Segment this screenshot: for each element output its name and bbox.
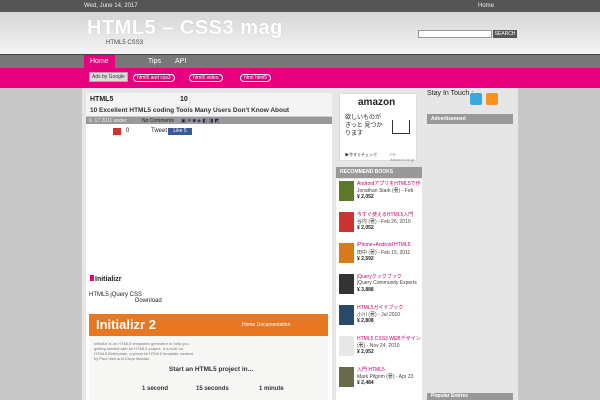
book-author: (著) - Nov 24, 2010	[357, 343, 400, 349]
recommend-sidebar: amazon 欲しいものが きっと 見つかります ▶今すぐチェック PR Ama…	[336, 93, 422, 400]
ad-link-3[interactable]: html html5	[240, 74, 272, 82]
twitter-icon[interactable]	[470, 93, 482, 105]
book-price: ¥ 2,484	[357, 380, 374, 386]
ad-link-1[interactable]: html5 and css3	[133, 74, 175, 82]
search-input[interactable]	[418, 30, 492, 38]
book-author: Mark Pilgrim (著) - Apr 23	[357, 374, 414, 380]
amazon-text: 欲しいものが きっと 見つかります	[345, 115, 383, 137]
current-date: Wed, June 14, 2017	[84, 3, 138, 9]
book-title[interactable]: HTML5 CSS3 WEBデザイン	[357, 335, 421, 342]
rss-icon[interactable]	[486, 93, 498, 105]
section-title: Initializr	[90, 275, 121, 283]
book-author: jQuery Community Experts	[357, 280, 417, 286]
nav-home[interactable]: Home	[84, 55, 115, 69]
book-author: Jonathan Stark (著) - Feb	[357, 188, 414, 194]
book-item[interactable]: HTML5 CSS3 WEBデザイン (著) - Nov 24, 2010 ¥ …	[339, 334, 421, 360]
cart-icon	[392, 120, 410, 134]
tweet-button[interactable]: Tweet	[151, 128, 167, 134]
post-date: 6. 17 2011 under	[89, 118, 127, 124]
book-item[interactable]: jQueryクックブック jQuery Community Experts ¥ …	[339, 272, 421, 298]
book-cover[interactable]	[339, 243, 354, 263]
book-author: 小川 (著) - Jul 2010	[357, 312, 401, 318]
site-header: HTML5 – CSS3 mag HTML5 CSS3 SEARCH	[0, 12, 600, 54]
right-sidebar: Stay In Touch : Advertisement Popular En…	[425, 88, 518, 400]
post-tag-html5: HTML5	[90, 96, 114, 103]
book-price: ¥ 2,808	[357, 318, 374, 324]
book-cover[interactable]	[339, 305, 354, 325]
nav-api[interactable]: API	[175, 58, 186, 65]
book-item[interactable]: HTML5ガイドブック 小川 (著) - Jul 2010 ¥ 2,808	[339, 303, 421, 329]
book-price: ¥ 3,888	[357, 287, 374, 293]
post-meta: 6. 17 2011 under No Comments ▣ ✉ ◙ ◈ ◧ ◨…	[86, 117, 332, 124]
option-1-minute: 1 minute	[259, 386, 284, 392]
search-button[interactable]: SEARCH	[493, 30, 517, 38]
book-cover[interactable]	[339, 367, 354, 387]
book-title[interactable]: HTML5ガイドブック	[357, 304, 421, 311]
initializr-intro: Initializr is an HTML5 templates generat…	[94, 341, 193, 361]
amazon-ad[interactable]: amazon 欲しいものが きっと 見つかります ▶今すぐチェック PR Ama…	[339, 93, 417, 162]
post-area: HTML5 10 10 Excellent HTML5 coding Tools…	[86, 93, 332, 400]
option-15-seconds: 15 seconds	[196, 386, 229, 392]
main-nav: Home Tips API	[0, 54, 600, 69]
initializr-screenshot-body: Initializr is an HTML5 templates generat…	[89, 336, 328, 400]
top-home-link[interactable]: Home	[478, 3, 494, 9]
book-author: 田中 (著) - Feb 15, 2011	[357, 250, 411, 256]
book-item[interactable]: 入門 HTML5 Mark Pilgrim (著) - Apr 23 ¥ 2,4…	[339, 365, 421, 391]
nav-tips[interactable]: Tips	[148, 58, 161, 65]
gplus-icon[interactable]	[113, 128, 121, 135]
ad-link-bar: Ads by Google html5 and css3 html5 video…	[0, 68, 600, 88]
book-item[interactable]: 今すぐ使えるHTML5入門 谷内 (著) - Feb 26, 2010 ¥ 2,…	[339, 210, 421, 236]
initializr-title: Initializr 2	[96, 317, 156, 332]
initializr-nav: Home Documentation	[242, 322, 291, 328]
top-bar: Wed, June 14, 2017 Home	[0, 0, 600, 12]
amazon-check-link[interactable]: ▶今すぐチェック	[345, 152, 377, 158]
book-item[interactable]: iPhone+Android HTML5 田中 (著) - Feb 15, 20…	[339, 241, 421, 267]
amazon-note: PR Amazon.co.jp	[390, 152, 415, 162]
section-line-2: Download	[135, 298, 162, 304]
option-1-second: 1 second	[142, 386, 169, 392]
book-price: ¥ 2,052	[357, 349, 374, 355]
book-cover[interactable]	[339, 274, 354, 294]
initializr-options: 1 second 15 seconds 1 minute	[89, 386, 328, 396]
section-text: HTML5 jQuery CSS Download	[89, 292, 162, 304]
advertisement-title: Advertisement	[427, 114, 513, 124]
book-author: 谷内 (著) - Feb 26, 2010	[357, 219, 411, 225]
book-price: ¥ 2,052	[357, 225, 374, 231]
book-title[interactable]: iPhone+Android HTML5	[357, 242, 421, 248]
book-cover[interactable]	[339, 181, 354, 201]
book-title[interactable]: 入門 HTML5	[357, 366, 421, 373]
book-title[interactable]: 今すぐ使えるHTML5入門	[357, 211, 421, 218]
popular-entries-title: Popular Entries	[427, 393, 513, 400]
book-price: ¥ 2,592	[357, 256, 374, 262]
book-cover[interactable]	[339, 212, 354, 232]
initializr-start: Start an HTML5 project in...	[168, 366, 254, 373]
share-icons[interactable]: ▣ ✉ ◙ ◈ ◧ ◨ ◩	[181, 118, 219, 124]
gplus-count: 0	[126, 128, 130, 134]
post-title[interactable]: 10 Excellent HTML5 coding Tools Many Use…	[90, 107, 289, 114]
amazon-logo: amazon	[358, 97, 396, 108]
book-title[interactable]: AndroidアプリをHTML5で作る	[357, 180, 421, 187]
book-price: ¥ 2,052	[357, 194, 374, 200]
ad-link-2[interactable]: html5 video	[189, 74, 223, 82]
site-title[interactable]: HTML5 – CSS3 mag	[87, 17, 283, 40]
book-list: AndroidアプリをHTML5で作る Jonathan Stark (著) -…	[336, 179, 422, 400]
facebook-like-button[interactable]: Like 5	[168, 128, 192, 135]
stay-in-touch: Stay In Touch :	[427, 90, 474, 97]
book-cover[interactable]	[339, 336, 354, 356]
recommend-books-title: RECOMMEND BOOKS	[336, 167, 422, 178]
comments-link[interactable]: No Comments	[142, 118, 174, 124]
site-description: HTML5 CSS3	[106, 40, 144, 46]
post-tag-number: 10	[180, 96, 188, 103]
ads-by-google[interactable]: Ads by Google	[89, 72, 128, 82]
book-item[interactable]: AndroidアプリをHTML5で作る Jonathan Stark (著) -…	[339, 179, 421, 205]
initializr-screenshot-header: Initializr 2 Home Documentation	[89, 314, 328, 336]
post-header: HTML5 10 10 Excellent HTML5 coding Tools…	[86, 93, 332, 117]
book-title[interactable]: jQueryクックブック	[357, 273, 421, 280]
